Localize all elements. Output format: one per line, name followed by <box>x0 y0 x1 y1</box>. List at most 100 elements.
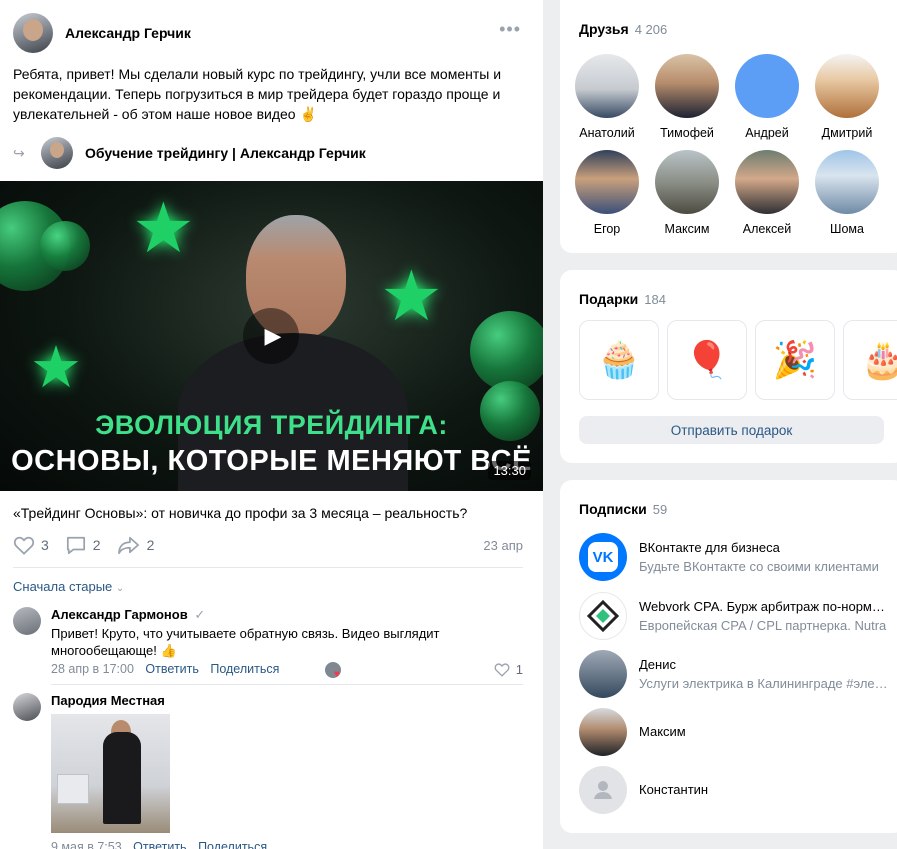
subscription-name: Денис <box>639 657 676 672</box>
subscription-desc: Услуги электрика в Калининграде #электри… <box>639 676 889 691</box>
comment-icon <box>66 536 85 555</box>
comment-item: Пародия Местная 9 мая в 7:53 Ответить По… <box>13 693 523 849</box>
repost-title[interactable]: Обучение трейдингу | Александр Герчик <box>85 145 366 161</box>
friend-name: Анатолий <box>579 126 635 140</box>
friends-title[interactable]: Друзья 4 206 <box>579 21 667 37</box>
post-date[interactable]: 23 апр <box>483 538 523 553</box>
video-duration: 13:30 <box>488 461 531 480</box>
comment-count: 2 <box>92 537 101 553</box>
divider <box>51 684 523 685</box>
verified-icon: ✓ <box>194 607 206 622</box>
play-icon[interactable]: ▶ <box>243 308 299 364</box>
friend-name: Максим <box>664 222 710 236</box>
subscriptions-card: Подписки 59 VK ВКонтакте для бизнеса Будь… <box>560 480 897 833</box>
repost-source[interactable]: ↪ Обучение трейдингу | Александр Герчик <box>13 137 366 169</box>
comment-meta: 28 апр в 17:00 Ответить Поделиться ♥ <box>51 662 349 680</box>
comment-text: Привет! Круто, что учитываете обратную с… <box>51 626 440 658</box>
share-count: 2 <box>146 537 155 553</box>
share-button[interactable]: 2 <box>117 535 155 555</box>
happy-birthday-gift-icon[interactable]: 🎉 <box>755 320 835 400</box>
friend-item[interactable]: Егор <box>567 150 647 236</box>
share-icon <box>117 536 139 555</box>
post-header: Александр Герчик <box>13 13 191 53</box>
friends-card: Друзья 4 206 Анатолий Тимофей Андрей Дмит… <box>560 0 897 253</box>
comment-meta: 9 мая в 7:53 Ответить Поделиться <box>51 840 275 849</box>
post-card: Александр Герчик ••• Ребята, привет! Мы … <box>0 0 543 849</box>
gifts-card: Подарки 184 🧁 🎈 🎉 🎂 Отправить подарок <box>560 270 897 463</box>
friend-name: Андрей <box>745 126 789 140</box>
heart-badge-icon: ♥ <box>333 669 340 680</box>
subscriptions-title[interactable]: Подписки 59 <box>579 501 667 517</box>
friend-name: Шома <box>830 222 864 236</box>
comment-button[interactable]: 2 <box>65 535 101 555</box>
friend-avatar <box>575 150 639 214</box>
subscription-item[interactable]: Денис Услуги электрика в Калининграде #э… <box>579 650 889 698</box>
like-button[interactable]: 3 <box>13 535 49 555</box>
sort-dropdown[interactable]: Сначала старые ⌄ <box>13 579 124 594</box>
vk-business-logo-icon: VK <box>579 533 627 581</box>
video-title-line2: ОСНОВЫ, КОТОРЫЕ МЕНЯЮТ ВСЁ <box>11 445 532 477</box>
comment-item: Александр Гармонов ✓ Привет! Круто, что … <box>13 607 523 680</box>
reply-link[interactable]: Ответить <box>133 840 186 849</box>
commenter-avatar[interactable] <box>13 607 41 635</box>
friend-avatar <box>735 150 799 214</box>
comment-like-count: 1 <box>515 662 523 677</box>
friend-item[interactable]: Андрей <box>727 54 807 140</box>
subscription-avatar <box>579 708 627 756</box>
subscription-item[interactable]: Webvork CPA. Бурж арбитраж по-нормальном… <box>579 592 889 640</box>
friend-avatar <box>655 150 719 214</box>
friend-item[interactable]: Анатолий <box>567 54 647 140</box>
repost-icon: ↪ <box>13 144 25 161</box>
author-avatar[interactable] <box>13 13 53 53</box>
subscription-item[interactable]: VK ВКонтакте для бизнеса Будьте ВКонтакт… <box>579 533 889 581</box>
comment-date[interactable]: 28 апр в 17:00 <box>51 662 134 676</box>
star-decor-icon: ★ <box>30 335 82 400</box>
video-title-line1: ЭВОЛЮЦИЯ ТРЕЙДИНГА: <box>95 410 448 440</box>
friend-item[interactable]: Дмитрий <box>807 54 887 140</box>
share-link[interactable]: Поделиться <box>198 840 267 849</box>
subscription-name: Максим <box>639 724 686 739</box>
liker-avatar[interactable]: ♥ <box>324 662 341 680</box>
comment-like-button[interactable]: 1 <box>494 662 523 677</box>
subscription-item[interactable]: Максим <box>579 708 889 756</box>
webvork-logo-icon <box>579 592 627 640</box>
easter-cake-gift-icon[interactable]: 🧁 <box>579 320 659 400</box>
author-name[interactable]: Александр Герчик <box>65 25 191 41</box>
share-link[interactable]: Поделиться <box>210 662 279 676</box>
sort-label: Сначала старые <box>13 579 113 594</box>
friend-item[interactable]: Алексей <box>727 150 807 236</box>
gifts-title[interactable]: Подарки 184 <box>579 291 666 307</box>
subscription-avatar <box>579 650 627 698</box>
video-caption[interactable]: «Трейдинг Основы»: от новичка до профи з… <box>13 505 467 521</box>
divider <box>13 567 523 568</box>
commenter-name[interactable]: Александр Гармонов ✓ <box>51 607 205 623</box>
post-text: Ребята, привет! Мы сделали новый курс по… <box>13 66 502 122</box>
friend-avatar <box>815 54 879 118</box>
gifts-count: 184 <box>644 292 666 307</box>
heart-icon <box>494 663 510 677</box>
subscriptions-count: 59 <box>652 502 668 517</box>
commenter-avatar[interactable] <box>13 693 41 721</box>
friend-item[interactable]: Максим <box>647 150 727 236</box>
more-options-icon[interactable]: ••• <box>499 20 521 38</box>
video-player[interactable]: ★ ★ ★ ▶ ЭВОЛЮЦИЯ ТРЕЙДИНГА: ОСНОВЫ, КОТО… <box>0 181 543 491</box>
balloons-gift-icon[interactable]: 🎈 <box>667 320 747 400</box>
friend-avatar <box>815 150 879 214</box>
send-gift-button[interactable]: Отправить подарок <box>579 416 884 444</box>
subscription-name: Webvork CPA. Бурж арбитраж по-нормальном… <box>639 599 889 614</box>
subscription-name: ВКонтакте для бизнеса <box>639 540 780 555</box>
commenter-name[interactable]: Пародия Местная <box>51 693 165 708</box>
friend-item[interactable]: Шома <box>807 150 887 236</box>
friend-avatar <box>735 54 799 118</box>
comment-photo[interactable] <box>51 714 170 833</box>
subscription-desc: Европейская CPA / CPL партнерка. Nutra <box>639 618 887 633</box>
reply-link[interactable]: Ответить <box>145 662 198 676</box>
friend-avatar <box>575 54 639 118</box>
post-actions: 3 2 2 23 апр <box>13 534 523 556</box>
subscription-item[interactable]: Константин <box>579 766 889 814</box>
repost-avatar[interactable] <box>41 137 73 169</box>
comment-date[interactable]: 9 мая в 7:53 <box>51 840 122 849</box>
cake-gift-icon[interactable]: 🎂 <box>843 320 897 400</box>
friend-item[interactable]: Тимофей <box>647 54 727 140</box>
chevron-down-icon: ⌄ <box>115 583 125 594</box>
